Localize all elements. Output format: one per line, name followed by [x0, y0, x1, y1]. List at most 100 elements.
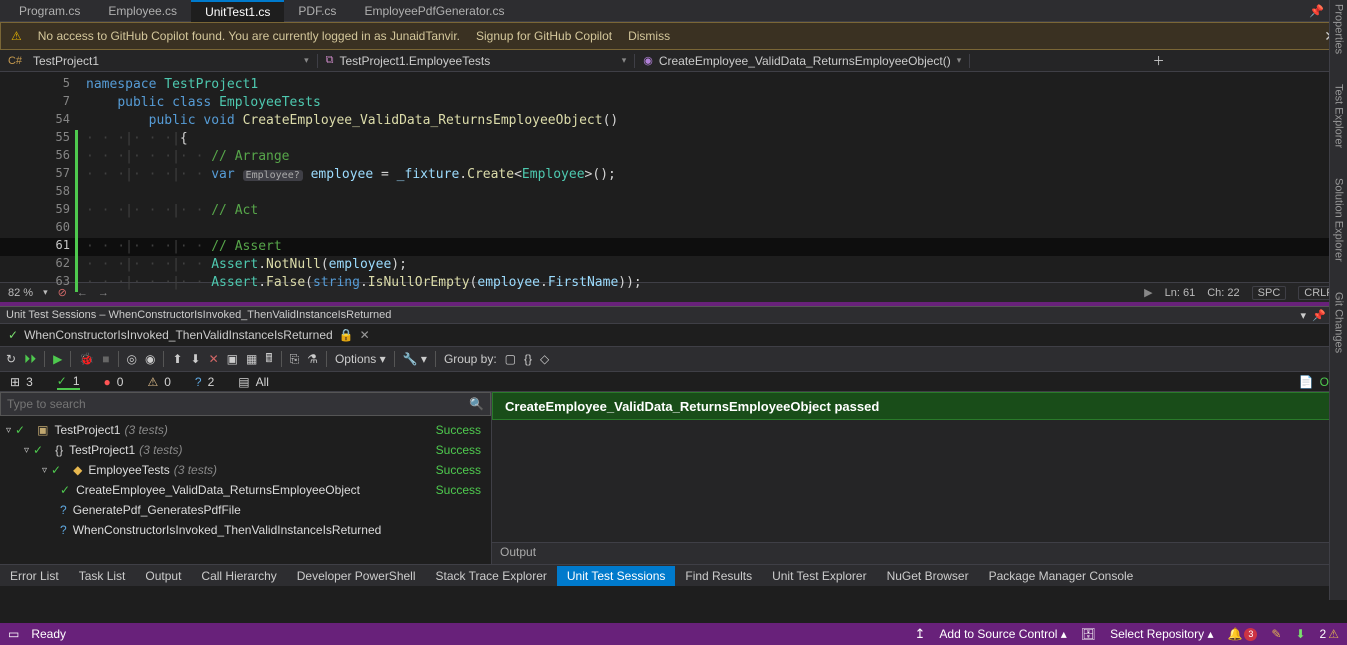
dropdown-icon: ▾ — [957, 55, 962, 66]
run-all-icon[interactable]: ⏵⏵ — [24, 352, 36, 367]
notification-text: No access to GitHub Copilot found. You a… — [38, 29, 460, 43]
notifications-icon[interactable]: 🔔3 — [1227, 627, 1257, 641]
issues-icon[interactable]: 2 ⚠ — [1320, 627, 1339, 641]
source-control-button[interactable]: Add to Source Control ▴ — [939, 627, 1066, 641]
breadcrumb-namespace[interactable]: ⧉ TestProject1.EmployeeTests ▾ — [318, 54, 636, 68]
file-tab[interactable]: Employee.cs — [94, 0, 191, 22]
file-tabs: Program.csEmployee.csUnitTest1.csPDF.csE… — [0, 0, 1347, 22]
panel-tab[interactable]: Package Manager Console — [979, 566, 1144, 586]
search-input[interactable] — [7, 397, 463, 411]
status-ready: Ready — [31, 627, 66, 641]
test-result-panel: CreateEmployee_ValidData_ReturnsEmployee… — [492, 392, 1347, 564]
output-icon[interactable]: ▭ — [8, 627, 19, 641]
code-editor[interactable]: 5754555657585960616263 namespace TestPro… — [0, 72, 1347, 282]
file-tab[interactable]: UnitTest1.cs — [191, 0, 284, 22]
count-total[interactable]: ⊞3 — [10, 375, 33, 389]
test-tree-row[interactable]: ✓CreateEmployee_ValidData_ReturnsEmploye… — [0, 480, 491, 500]
sessions-title: Unit Test Sessions – WhenConstructorIsIn… — [6, 309, 391, 321]
file-tab[interactable]: Program.cs — [5, 0, 94, 22]
output-header[interactable]: Output — [492, 542, 1347, 564]
breadcrumb-add[interactable]: ＋ — [970, 52, 1347, 69]
test-tree-row[interactable]: ?GeneratePdf_GeneratesPdfFile — [0, 500, 491, 520]
publish-icon[interactable]: ↥ — [914, 626, 925, 642]
count-passed[interactable]: ✓1 — [57, 374, 80, 390]
right-dock: Properties Test Explorer Solution Explorer… — [1329, 0, 1347, 600]
test-tree-panel: 🔍 ▿✓▣TestProject1(3 tests)Success▿✓{}Tes… — [0, 392, 492, 564]
panel-tab[interactable]: Error List — [0, 566, 69, 586]
copilot-notification: ⚠ No access to GitHub Copilot found. You… — [0, 22, 1347, 50]
code-area[interactable]: namespace TestProject1 public class Empl… — [80, 72, 1347, 282]
breadcrumb-method[interactable]: ◉ CreateEmployee_ValidData_ReturnsEmploy… — [635, 54, 970, 68]
sync-icon[interactable]: ⬇ — [1295, 627, 1305, 641]
groupby-ns-icon[interactable]: {} — [524, 352, 532, 366]
count-pending[interactable]: ?2 — [195, 375, 214, 389]
lock-icon[interactable]: 🔒 — [339, 328, 354, 342]
dock-panel[interactable]: Test Explorer — [1333, 84, 1345, 148]
file-tab[interactable]: PDF.cs — [284, 0, 350, 22]
options-button[interactable]: Options ▾ — [335, 352, 386, 366]
import-icon[interactable]: ⬇ — [191, 352, 201, 366]
sessions-toolbar: ↻ ⏵⏵ ▶ 🐞 ■ ◎ ◉ ⬆ ⬇ ✕ ▣ ▦ 🖩 ⎘ ⚗ Options ▾… — [0, 346, 1347, 372]
count-warn[interactable]: ⚠0 — [147, 375, 170, 389]
panel-tab[interactable]: Call Hierarchy — [191, 566, 286, 586]
dock-panel[interactable]: Solution Explorer — [1333, 178, 1345, 262]
test-tree-row[interactable]: ?WhenConstructorIsInvoked_ThenValidInsta… — [0, 520, 491, 540]
panel-tab[interactable]: Stack Trace Explorer — [426, 566, 557, 586]
count-failed[interactable]: ●0 — [104, 375, 124, 389]
select-repo-button[interactable]: Select Repository ▴ — [1110, 627, 1213, 641]
search-icon[interactable]: 🔍 — [469, 397, 484, 411]
panel-tab[interactable]: Output — [135, 566, 191, 586]
window-dropdown-icon[interactable]: ▾ — [1301, 309, 1307, 322]
test-search[interactable]: 🔍 — [0, 392, 491, 416]
cover-icon[interactable]: ◎ — [127, 352, 137, 366]
pen-icon[interactable]: ✎ — [1271, 627, 1281, 641]
wrench-icon[interactable]: 🔧 ▾ — [403, 352, 427, 366]
test-tree-row[interactable]: ▿✓▣TestProject1(3 tests)Success — [0, 420, 491, 440]
collapse-icon[interactable]: ▣ — [227, 352, 238, 366]
pin-icon[interactable]: 📌 — [1312, 309, 1326, 322]
signup-link[interactable]: Signup for GitHub Copilot — [476, 29, 612, 43]
profile-icon[interactable]: ◉ — [145, 352, 155, 366]
panel-tab[interactable]: Unit Test Explorer — [762, 566, 876, 586]
track-icon[interactable]: ⎘ — [290, 352, 300, 367]
panel-tab[interactable]: Unit Test Sessions — [557, 566, 676, 586]
repo-icon: 🗄 — [1081, 627, 1096, 641]
breadcrumb-project[interactable]: C# TestProject1 ▾ — [0, 54, 318, 68]
refresh-icon[interactable]: ↻ — [6, 352, 16, 366]
filter-icon[interactable]: ⚗ — [307, 352, 318, 366]
file-tab[interactable]: EmployeePdfGenerator.cs — [350, 0, 518, 22]
delete-icon[interactable]: ✕ — [209, 352, 219, 366]
namespace-icon: ⧉ — [326, 54, 334, 67]
export-icon[interactable]: ⬆ — [172, 352, 182, 366]
dropdown-icon: ▾ — [622, 55, 627, 66]
run-icon[interactable]: ▶ — [53, 352, 62, 366]
dock-panel[interactable]: Properties — [1333, 4, 1345, 54]
result-text: CreateEmployee_ValidData_ReturnsEmployee… — [505, 399, 879, 414]
panel-tab[interactable]: Developer PowerShell — [287, 566, 426, 586]
stop-icon[interactable]: ■ — [102, 352, 109, 366]
csharp-icon: C# — [8, 54, 22, 68]
session-tab-label: WhenConstructorIsInvoked_ThenValidInstan… — [24, 328, 333, 342]
breadcrumb-ns-label: TestProject1.EmployeeTests — [339, 54, 490, 68]
test-counts: ⊞3 ✓1 ●0 ⚠0 ?2 ▤All 📄OK — [0, 372, 1347, 392]
dock-panel[interactable]: Git Changes — [1333, 292, 1345, 353]
test-tree[interactable]: ▿✓▣TestProject1(3 tests)Success▿✓{}TestP… — [0, 416, 491, 564]
sessions-header: Unit Test Sessions – WhenConstructorIsIn… — [0, 306, 1347, 324]
panel-tab[interactable]: Find Results — [675, 566, 762, 586]
panel-tab[interactable]: NuGet Browser — [877, 566, 979, 586]
calc-icon[interactable]: 🖩 — [265, 349, 272, 370]
test-tree-row[interactable]: ▿✓◆EmployeeTests(3 tests)Success — [0, 460, 491, 480]
count-all[interactable]: ▤All — [238, 375, 269, 389]
warning-icon: ⚠ — [11, 29, 22, 43]
code-breadcrumb: C# TestProject1 ▾ ⧉ TestProject1.Employe… — [0, 50, 1347, 72]
dismiss-link[interactable]: Dismiss — [628, 29, 670, 43]
groupby-project-icon[interactable]: ▢ — [505, 352, 516, 366]
close-tab-icon[interactable]: ✕ — [360, 328, 370, 342]
test-tree-row[interactable]: ▿✓{}TestProject1(3 tests)Success — [0, 440, 491, 460]
panel-tab[interactable]: Task List — [69, 566, 136, 586]
expand-icon[interactable]: ▦ — [246, 352, 257, 366]
pin-icon[interactable]: 📌 — [1309, 4, 1324, 18]
debug-icon[interactable]: 🐞 — [79, 352, 94, 366]
groupby-class-icon[interactable]: ◇ — [540, 352, 549, 366]
session-tab[interactable]: ✓ WhenConstructorIsInvoked_ThenValidInst… — [0, 324, 1347, 346]
